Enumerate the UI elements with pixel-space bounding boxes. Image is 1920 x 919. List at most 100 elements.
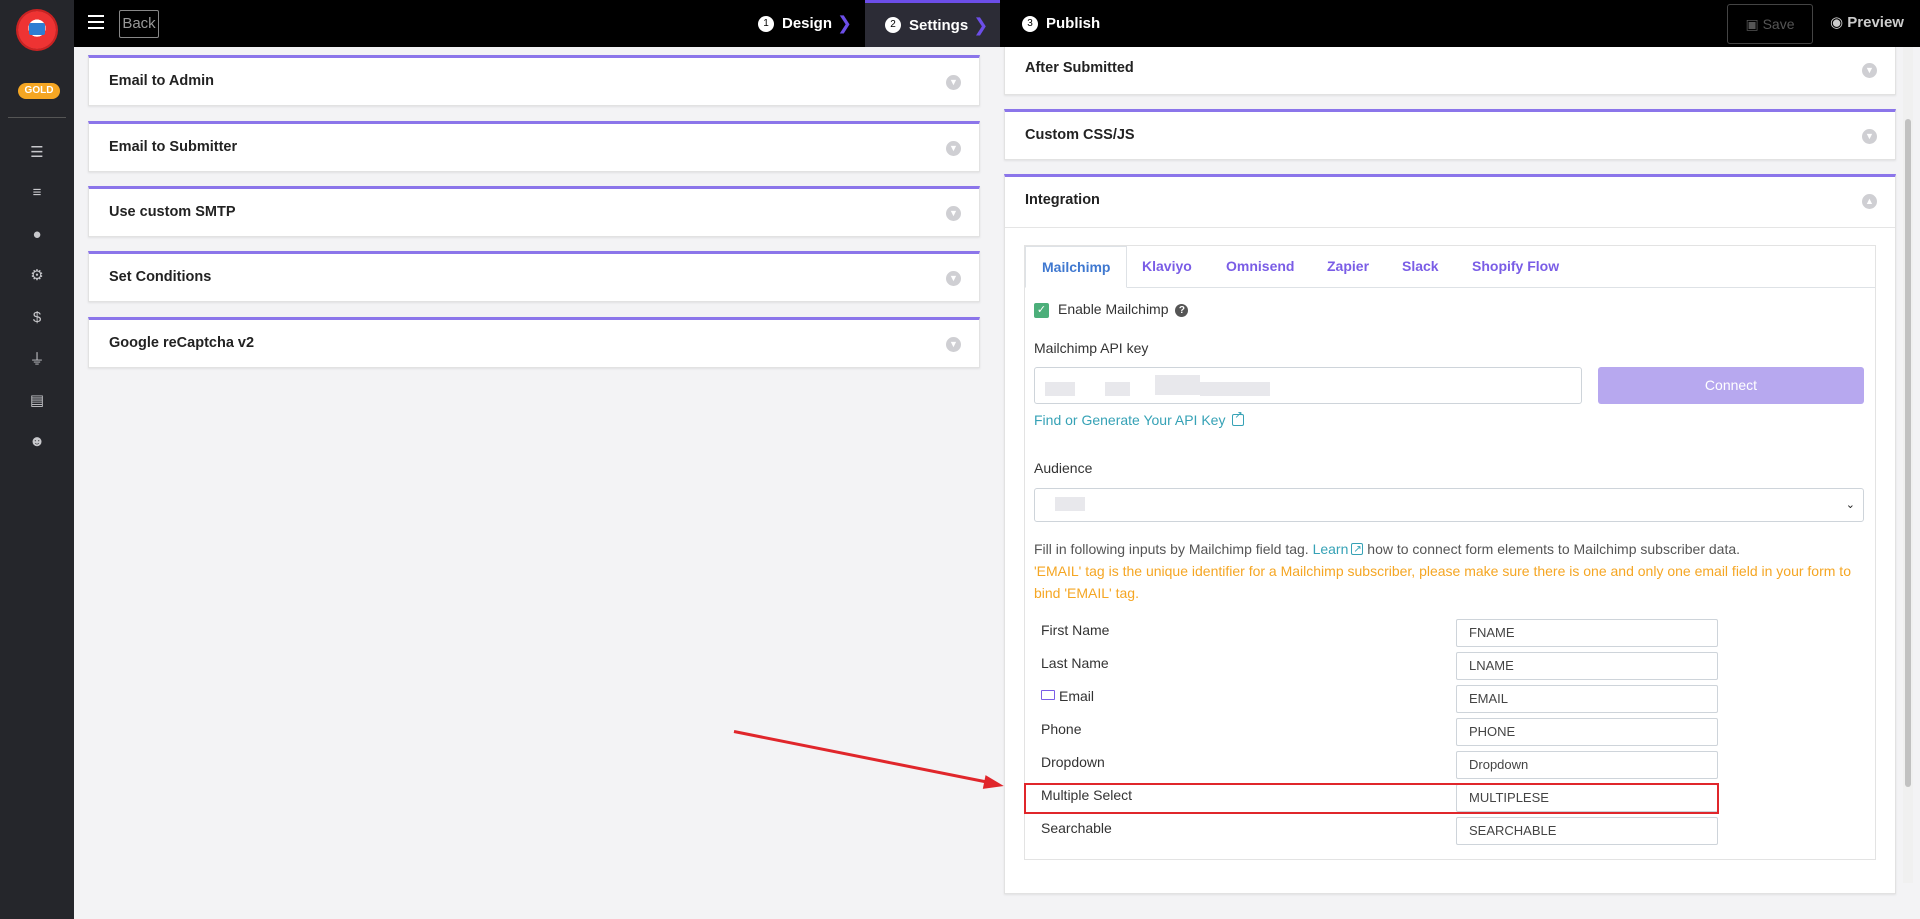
tab-mailchimp[interactable]: Mailchimp	[1025, 246, 1128, 288]
find-api-key-text: Find or Generate Your API Key	[1034, 412, 1226, 428]
back-button[interactable]: Back	[119, 10, 159, 38]
audience-label: Audience	[1034, 460, 1093, 476]
field-tag-searchable[interactable]: SEARCHABLE	[1456, 817, 1718, 845]
chevron-right-icon: ❯	[973, 14, 989, 35]
dollar-icon[interactable]: $	[27, 308, 47, 328]
chevron-down-icon: ⌄	[1845, 499, 1855, 511]
chevron-down-icon[interactable]: ▼	[946, 75, 961, 90]
info-suffix: how to connect form elements to Mailchim…	[1367, 541, 1741, 557]
panel-after-submitted[interactable]: After Submitted ▼	[1004, 47, 1896, 95]
panel-custom-smtp[interactable]: Use custom SMTP ▼	[88, 186, 980, 237]
enable-mailchimp-label: Enable Mailchimp ?	[1058, 301, 1189, 317]
chevron-down-icon[interactable]: ▼	[946, 206, 961, 221]
plan-badge: GOLD	[18, 83, 60, 99]
panel-title: After Submitted	[1025, 60, 1134, 76]
tab-klaviyo[interactable]: Klaviyo	[1142, 258, 1192, 274]
field-tag-first-name[interactable]: FNAME	[1456, 619, 1718, 647]
panel-title: Integration	[1025, 192, 1100, 208]
field-label-first-name: First Name	[1041, 622, 1110, 638]
tab-zapier[interactable]: Zapier	[1327, 258, 1369, 274]
preview-label: Preview	[1847, 14, 1904, 31]
field-label-email-text: Email	[1059, 688, 1095, 704]
app-logo[interactable]	[18, 11, 56, 49]
mapping-instructions: Fill in following inputs by Mailchimp fi…	[1034, 538, 1864, 561]
enable-label-text: Enable Mailchimp	[1058, 301, 1169, 317]
api-key-input[interactable]	[1034, 367, 1582, 404]
left-scrollbar[interactable]	[988, 47, 996, 883]
scrollbar-thumb[interactable]	[1905, 119, 1911, 787]
integration-tabbar: Mailchimp Klaviyo Omnisend Zapier Slack …	[1025, 246, 1875, 288]
plug-icon[interactable]: ⏚	[27, 350, 47, 370]
top-bar: Back 1 Design ❯ 2 Settings ❯ 3 Publish ▣…	[74, 0, 1920, 47]
panel-email-submitter[interactable]: Email to Submitter ▼	[88, 121, 980, 172]
info-prefix: Fill in following inputs by Mailchimp fi…	[1034, 541, 1309, 557]
panel-divider	[1005, 227, 1895, 228]
masked-text	[1200, 382, 1270, 396]
list-icon[interactable]: ☰	[27, 143, 47, 163]
mail-icon	[1041, 690, 1055, 700]
field-label-phone: Phone	[1041, 721, 1082, 737]
step-publish[interactable]: 3 Publish	[1022, 0, 1100, 47]
field-label-email: Email	[1041, 688, 1094, 704]
annotation-arrow-head	[982, 775, 1006, 793]
learn-link-text: Learn	[1312, 541, 1349, 557]
panel-custom-css[interactable]: Custom CSS/JS ▼	[1004, 109, 1896, 160]
connect-button[interactable]: Connect	[1598, 367, 1864, 404]
audience-select[interactable]: ⌄	[1034, 488, 1864, 522]
save-button[interactable]: ▣ Save	[1727, 4, 1813, 44]
step-label: Settings	[909, 16, 969, 34]
panel-title: Google reCaptcha v2	[109, 335, 255, 351]
masked-text	[1155, 375, 1200, 395]
field-label-last-name: Last Name	[1041, 655, 1109, 671]
api-key-label: Mailchimp API key	[1034, 340, 1149, 356]
menu-icon[interactable]	[88, 15, 104, 29]
step-design[interactable]: 1 Design ❯	[758, 0, 852, 47]
file-icon[interactable]: ▤	[27, 391, 47, 411]
highlight-box	[1024, 783, 1719, 814]
step-label: Design	[782, 15, 833, 32]
chevron-down-icon[interactable]: ▼	[946, 337, 961, 352]
help-icon[interactable]: ?	[1175, 304, 1189, 317]
field-tag-dropdown[interactable]: Dropdown	[1456, 751, 1718, 779]
masked-text	[1105, 382, 1130, 396]
field-tag-email[interactable]: EMAIL	[1456, 685, 1718, 713]
panel-title: Use custom SMTP	[109, 204, 236, 220]
chevron-down-icon[interactable]: ▼	[1862, 129, 1877, 144]
field-label-dropdown: Dropdown	[1041, 754, 1105, 770]
sidebar-divider	[8, 117, 66, 118]
smile-icon[interactable]: ☻	[27, 432, 47, 452]
chevron-up-icon[interactable]: ▲	[1862, 194, 1877, 209]
chevron-down-icon[interactable]: ▼	[1862, 63, 1877, 78]
field-tag-phone[interactable]: PHONE	[1456, 718, 1718, 746]
panel-email-admin[interactable]: Email to Admin ▼	[88, 55, 980, 106]
panel-recaptcha[interactable]: Google reCaptcha v2 ▼	[88, 317, 980, 368]
external-link-icon	[1351, 539, 1364, 561]
email-tag-warning: 'EMAIL' tag is the unique identifier for…	[1034, 563, 1851, 601]
chevron-right-icon: ❯	[837, 13, 853, 33]
chevron-down-icon[interactable]: ▼	[946, 271, 961, 286]
external-link-icon	[1232, 410, 1245, 426]
learn-link[interactable]: Learn	[1312, 539, 1364, 561]
user-icon[interactable]: ●	[27, 225, 47, 245]
tab-omnisend[interactable]: Omnisend	[1226, 258, 1294, 274]
step-label: Publish	[1046, 15, 1101, 32]
chevron-down-icon[interactable]: ▼	[946, 141, 961, 156]
panel-title: Custom CSS/JS	[1025, 127, 1135, 143]
masked-text	[1045, 382, 1075, 396]
field-tag-last-name[interactable]: LNAME	[1456, 652, 1718, 680]
save-icon: ▣	[1745, 16, 1759, 32]
step-number: 3	[1022, 15, 1038, 32]
save-label: Save	[1762, 16, 1795, 32]
find-api-key-link[interactable]: Find or Generate Your API Key	[1034, 410, 1245, 428]
preview-button[interactable]: ◉ Preview	[1830, 13, 1904, 31]
checklist-icon[interactable]: ≡	[27, 183, 47, 203]
tab-shopify-flow[interactable]: Shopify Flow	[1472, 258, 1559, 274]
right-scrollbar[interactable]	[1903, 47, 1913, 883]
gear-icon[interactable]: ⚙	[27, 266, 47, 286]
panel-set-conditions[interactable]: Set Conditions ▼	[88, 251, 980, 302]
enable-mailchimp-checkbox[interactable]: ✓	[1034, 303, 1049, 318]
tab-slack[interactable]: Slack	[1402, 258, 1439, 274]
step-settings[interactable]: 2 Settings ❯	[865, 0, 1000, 47]
masked-text	[1055, 497, 1085, 511]
panel-title: Set Conditions	[109, 269, 212, 285]
